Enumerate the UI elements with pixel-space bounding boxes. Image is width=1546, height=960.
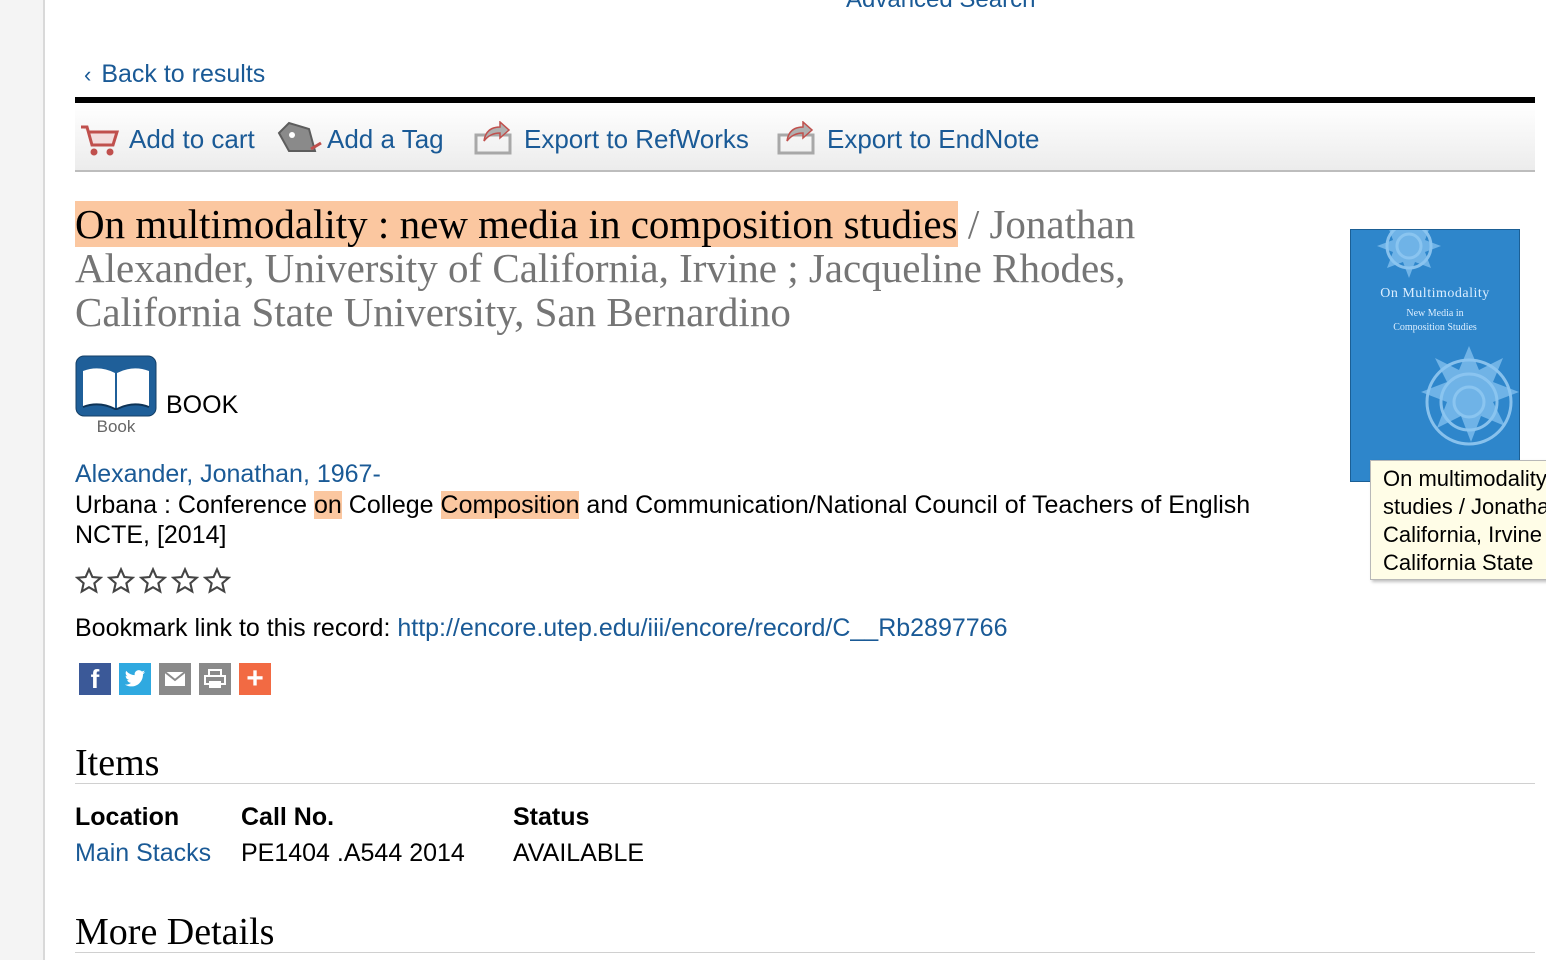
tooltip-line: studies / Jonathan	[1383, 494, 1546, 519]
star-icon[interactable]	[107, 567, 135, 595]
twitter-icon[interactable]	[119, 663, 151, 695]
export-refworks-label: Export to RefWorks	[524, 123, 749, 154]
pub-text: Urbana : Conference	[75, 491, 315, 519]
more-share-icon[interactable]: +	[239, 662, 271, 695]
advanced-search-link[interactable]: Advanced Search	[846, 0, 1035, 14]
column-header-location: Location	[75, 803, 180, 831]
column-header-call-no: Call No.	[241, 803, 335, 831]
book-type-icon: Book	[75, 355, 157, 437]
record-title: On multimodality : new media in composit…	[75, 201, 1255, 334]
book-type-caption: Book	[96, 417, 136, 436]
sun-ornament-icon	[1377, 230, 1519, 446]
add-tag-label: Add a Tag	[327, 123, 444, 154]
facebook-icon[interactable]: f	[79, 663, 111, 695]
tag-icon	[277, 121, 322, 152]
more-details-heading: More Details	[75, 911, 275, 953]
add-to-cart-button[interactable]: Add to cart	[77, 121, 255, 157]
export-icon	[474, 121, 512, 155]
record-toolbar: Add to cart Add a Tag Export to RefWorks…	[75, 103, 1535, 172]
items-heading: Items	[75, 742, 160, 784]
pub-highlight: on	[314, 491, 342, 519]
rating-stars	[75, 567, 231, 595]
back-label: Back to results	[101, 60, 266, 88]
star-icon[interactable]	[203, 567, 231, 595]
pub-text: College	[341, 491, 441, 519]
export-endnote-label: Export to EndNote	[827, 123, 1040, 154]
share-bar: f +	[79, 662, 271, 695]
add-tag-button[interactable]: Add a Tag	[275, 121, 444, 157]
bookmark-label: Bookmark link to this record:	[75, 614, 398, 642]
export-refworks-button[interactable]: Export to RefWorks	[472, 121, 749, 157]
cover-subtitle-line1: New Media in	[1406, 308, 1464, 319]
item-status: AVAILABLE	[513, 839, 645, 867]
item-call-no: PE1404 .A544 2014	[241, 839, 465, 867]
title-main: On multimodality : new media in composit…	[75, 201, 958, 247]
star-icon[interactable]	[75, 567, 103, 595]
divider	[75, 952, 1535, 953]
cover-subtitle-line2: Composition Studies	[1393, 322, 1477, 333]
tooltip-line: On multimodality	[1383, 466, 1546, 491]
back-to-results-link[interactable]: ‹ Back to results	[84, 60, 265, 89]
bookmark-link[interactable]: http://encore.utep.edu/iii/encore/record…	[397, 614, 1007, 642]
tooltip-line: California, Irvine	[1383, 522, 1542, 547]
add-to-cart-label: Add to cart	[129, 123, 255, 154]
export-icon	[777, 121, 815, 155]
pub-text: and Communication/National Council of Te…	[579, 491, 1251, 519]
tooltip-line: California State	[1383, 550, 1534, 575]
chevron-left-icon: ‹	[84, 61, 92, 87]
cover-tooltip: On multimodality studies / Jonathan Cali…	[1370, 460, 1546, 580]
cart-icon	[81, 125, 120, 156]
divider	[75, 783, 1535, 784]
pub-highlight: Composition	[440, 491, 580, 519]
star-icon[interactable]	[171, 567, 199, 595]
print-icon[interactable]	[199, 663, 231, 695]
bookmark-row: Bookmark link to this record: http://enc…	[75, 614, 1007, 643]
star-icon[interactable]	[139, 567, 167, 595]
book-cover-image[interactable]: On Multimodality New Media in Compositio…	[1350, 229, 1520, 482]
column-header-status: Status	[513, 803, 590, 831]
material-type: BOOK	[166, 391, 239, 419]
left-gutter	[0, 0, 45, 960]
pub-date: NCTE, [2014]	[75, 521, 227, 549]
cover-title: On Multimodality	[1380, 286, 1490, 301]
publication-info: Urbana : Conference on College Compositi…	[75, 490, 1335, 550]
item-location-link[interactable]: Main Stacks	[75, 839, 211, 868]
author-link[interactable]: Alexander, Jonathan, 1967-	[75, 460, 381, 489]
email-icon[interactable]	[159, 663, 191, 695]
export-endnote-button[interactable]: Export to EndNote	[775, 121, 1039, 157]
